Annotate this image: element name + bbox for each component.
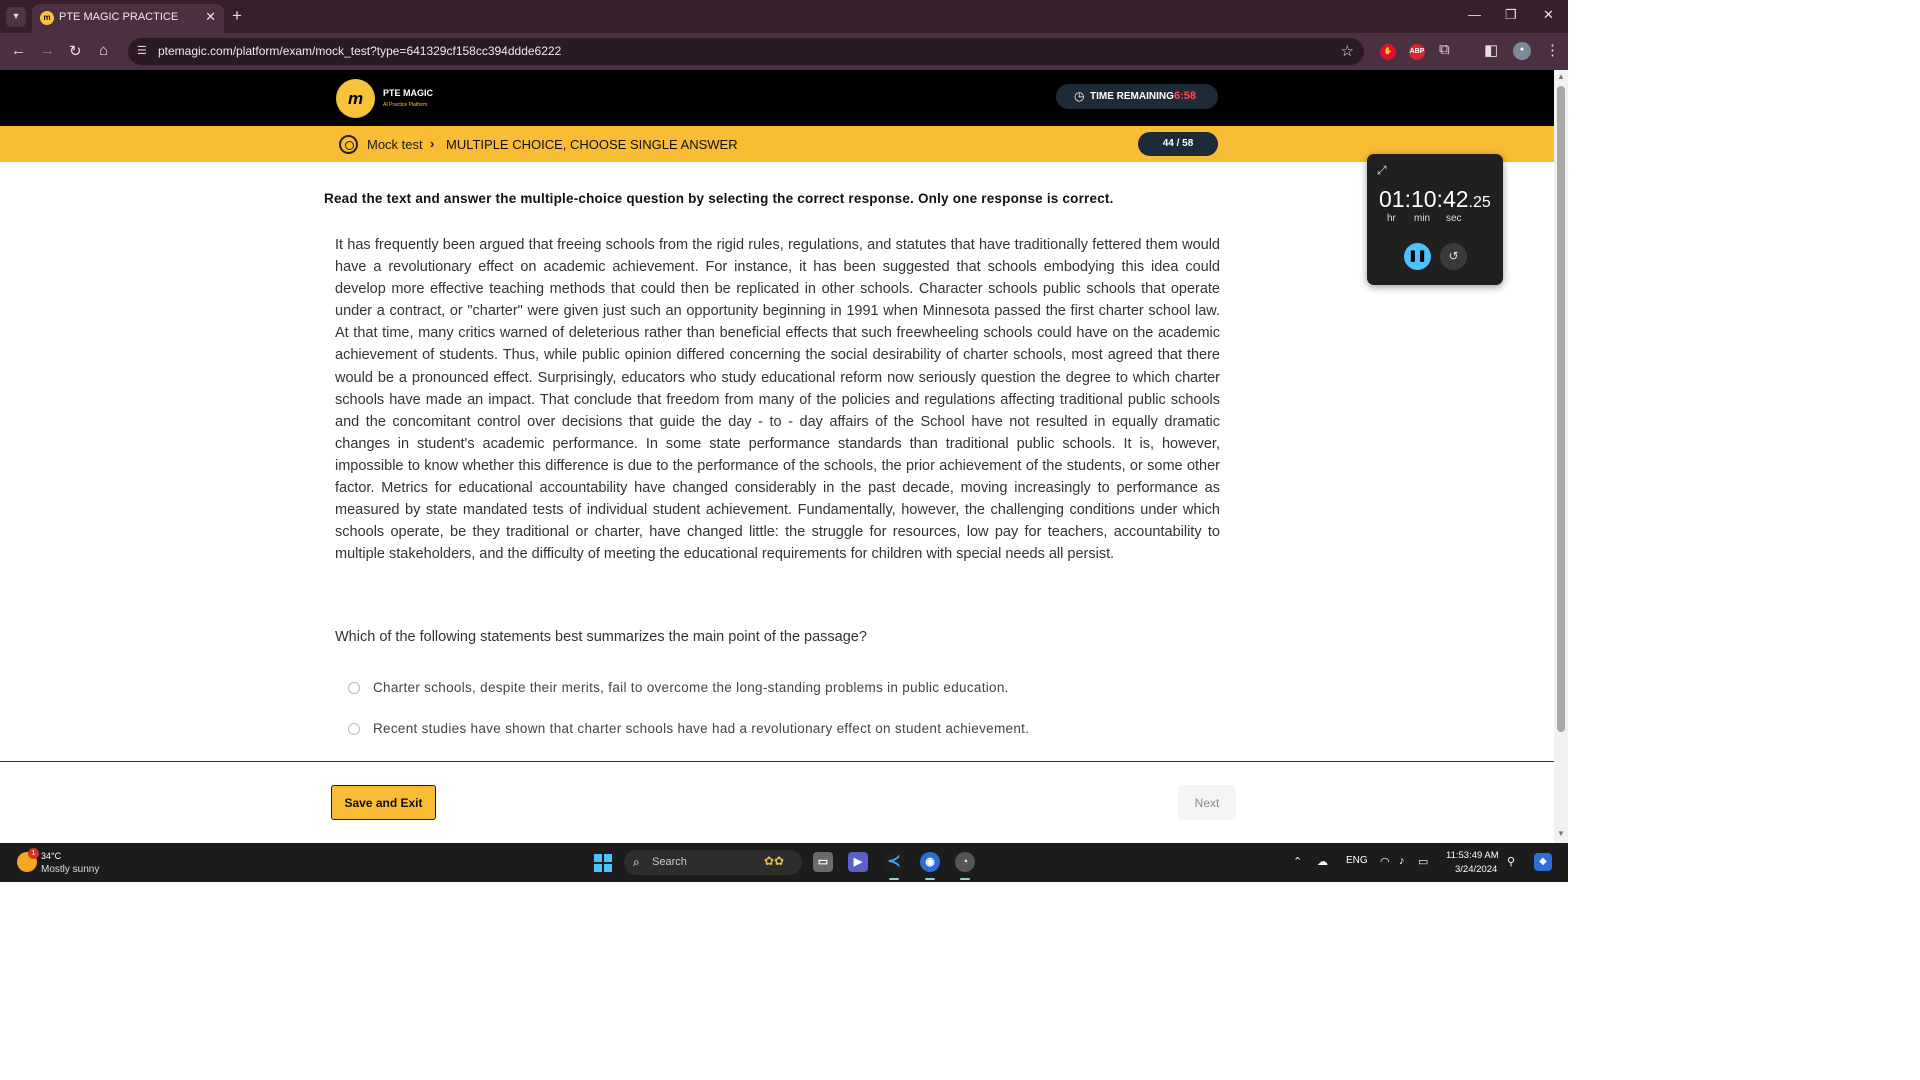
scrollbar-thumb[interactable] [1557, 86, 1565, 732]
stopwatch-unit-sec: sec [1446, 213, 1462, 224]
site-header: m PTE MAGIC AI Practice Platform ◷ TIME … [0, 70, 1554, 126]
volume-icon[interactable]: ♪ [1399, 855, 1405, 867]
stopwatch-time-main: 01:10:42 [1379, 186, 1469, 212]
question-instruction: Read the text and answer the multiple-ch… [324, 191, 1114, 206]
hand-extension-icon[interactable]: ✋ [1380, 44, 1396, 60]
taskbar-search-placeholder: Search [652, 856, 687, 868]
taskbar-clock-time[interactable]: 11:53:49 AM [1446, 850, 1499, 861]
reload-icon[interactable]: ↻ [69, 42, 82, 60]
target-icon [339, 135, 358, 154]
teams-meet-icon[interactable]: ▶ [848, 852, 868, 872]
save-and-exit-button[interactable]: Save and Exit [331, 785, 436, 820]
next-button[interactable]: Next [1178, 785, 1236, 820]
answer-option-radio[interactable] [348, 682, 360, 694]
windows-taskbar: 1 34°C Mostly sunny ⌕ Search ✿✿ ▭ ▶ ≺ ◉ … [0, 843, 1568, 882]
tab-search-chevron-icon[interactable]: ▾ [6, 7, 26, 27]
browser-tab-strip: ▾ m PTE MAGIC PRACTICE ✕ + — ❐ ✕ [0, 0, 1568, 33]
home-icon[interactable]: ⌂ [99, 42, 108, 59]
window-minimize-icon[interactable]: — [1468, 7, 1481, 22]
tray-overflow-chevron-icon[interactable]: ⌃ [1293, 855, 1302, 868]
bookmark-star-icon[interactable]: ☆ [1341, 42, 1354, 60]
pte-magic-logo-icon[interactable]: m [336, 79, 375, 118]
chevron-right-icon: › [430, 136, 435, 151]
window-close-icon[interactable]: ✕ [1543, 7, 1554, 23]
stopwatch-unit-hr: hr [1387, 213, 1396, 224]
breadcrumb-mock-test[interactable]: Mock test [367, 137, 423, 152]
extensions-puzzle-icon[interactable]: ⧉ [1439, 41, 1450, 58]
pte-magic-favicon-icon: m [40, 11, 54, 25]
chrome-active-indicator [925, 878, 935, 880]
time-remaining-label: TIME REMAINING [1090, 91, 1174, 102]
onedrive-cloud-icon[interactable]: ☁ [1317, 855, 1328, 868]
breadcrumb: Mock test › MULTIPLE CHOICE, CHOOSE SING… [0, 126, 1554, 162]
side-panel-icon[interactable]: ◧ [1484, 41, 1498, 59]
window-restore-icon[interactable]: ❐ [1505, 7, 1517, 23]
forward-arrow-icon[interactable]: → [40, 42, 55, 59]
tab-close-icon[interactable]: ✕ [205, 9, 216, 25]
wifi-icon[interactable]: ◠ [1380, 855, 1390, 868]
search-highlight-icon: ✿✿ [764, 854, 785, 868]
file-explorer-icon[interactable]: ▭ [813, 852, 833, 872]
notification-bell-icon[interactable]: ⚲ [1507, 855, 1515, 868]
reset-icon[interactable]: ↺ [1440, 243, 1467, 270]
logo-tagline: AI Practice Platform [383, 102, 428, 108]
stopwatch-time-fraction: .25 [1468, 194, 1491, 211]
clock-icon: ◷ [1074, 89, 1085, 103]
weather-notification-badge: 1 [28, 848, 39, 859]
browser-menu-icon[interactable]: ⋮ [1545, 41, 1560, 59]
browser-toolbar: ← → ↻ ⌂ ☰ ptemagic.com/platform/exam/moc… [0, 33, 1568, 70]
chrome-icon[interactable]: ◉ [920, 852, 940, 872]
new-tab-plus-icon[interactable]: + [232, 6, 242, 26]
answer-option-radio[interactable] [348, 723, 360, 735]
windows-start-icon[interactable] [594, 854, 612, 872]
time-remaining-badge: ◷ TIME REMAINING 6:58 [1056, 84, 1218, 109]
clock-app-icon[interactable]: ◔ [955, 852, 975, 872]
page-scrollbar[interactable]: ▲ ▼ [1554, 70, 1568, 843]
address-bar[interactable]: ☰ ptemagic.com/platform/exam/mock_test?t… [128, 38, 1364, 65]
taskbar-clock-date[interactable]: 3/24/2024 [1455, 864, 1497, 875]
answer-option-text[interactable]: Charter schools, despite their merits, f… [373, 680, 1009, 695]
question-progress-badge: 44 / 58 [1138, 132, 1218, 156]
weather-description[interactable]: Mostly sunny [41, 864, 99, 875]
logo-name: PTE MAGIC [383, 88, 434, 98]
scroll-up-arrow-icon[interactable]: ▲ [1557, 72, 1565, 81]
browser-tab-active[interactable]: m PTE MAGIC PRACTICE ✕ [32, 4, 224, 33]
battery-icon[interactable]: ▭ [1418, 855, 1428, 868]
time-remaining-value: 6:58 [1174, 90, 1197, 102]
address-url[interactable]: ptemagic.com/platform/exam/mock_test?typ… [158, 44, 561, 58]
breadcrumb-section: MULTIPLE CHOICE, CHOOSE SINGLE ANSWER [446, 137, 738, 152]
answer-option-text[interactable]: Recent studies have shown that charter s… [373, 721, 1029, 736]
stopwatch-time: 01:10:42.25 [1379, 186, 1491, 213]
search-icon: ⌕ [633, 855, 640, 869]
site-info-icon[interactable]: ☰ [137, 44, 147, 57]
clock-active-indicator [960, 878, 970, 880]
reading-passage: It has frequently been argued that freei… [335, 237, 1220, 563]
profile-avatar-icon[interactable]: ● [1513, 42, 1531, 60]
weather-temperature[interactable]: 34°C [41, 851, 61, 861]
tab-title: PTE MAGIC PRACTICE [59, 11, 179, 23]
question-prompt: Which of the following statements best s… [335, 629, 867, 645]
vscode-icon[interactable]: ≺ [884, 852, 904, 872]
abp-extension-icon[interactable]: ABP [1409, 44, 1425, 60]
taskbar-search-box[interactable]: ⌕ Search ✿✿ [624, 850, 802, 875]
pause-icon[interactable]: ❚❚ [1404, 243, 1431, 270]
back-arrow-icon[interactable]: ← [11, 42, 26, 59]
scroll-down-arrow-icon[interactable]: ▼ [1557, 829, 1565, 838]
language-indicator[interactable]: ENG [1346, 855, 1368, 866]
stopwatch-unit-min: min [1414, 213, 1431, 224]
vscode-active-indicator [889, 878, 899, 880]
expand-icon[interactable]: ⤢ [1377, 163, 1387, 178]
copilot-icon[interactable]: ◆ [1534, 853, 1552, 871]
footer-divider [0, 761, 1554, 762]
stopwatch-widget: ⤢ 01:10:42.25 hr min sec ❚❚ ↺ [1367, 154, 1503, 285]
